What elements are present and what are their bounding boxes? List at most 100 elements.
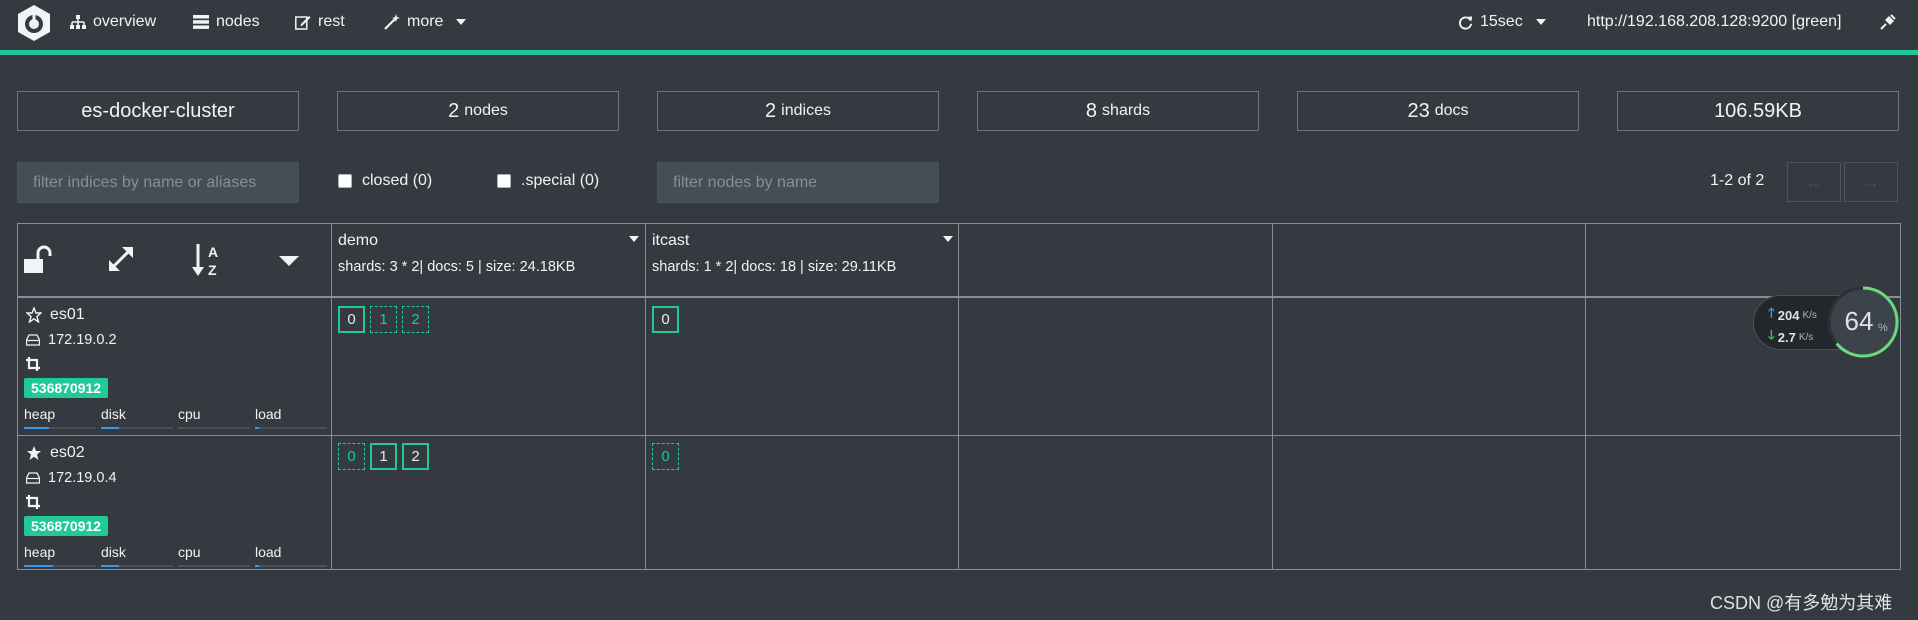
hdd-icon [26,472,40,484]
cluster-size: 106.59KB [1714,99,1802,122]
node-role [26,495,40,509]
shard-replica[interactable]: 2 [402,306,429,333]
cluster-url-label: http://192.168.208.128:9200 [green] [1587,13,1842,30]
hdd-icon [26,334,40,346]
metric-fill [255,565,259,567]
gauge-percent: 64 [1845,306,1874,336]
index-info: shards: 1 * 2| docs: 18 | size: 29.11KB [652,259,897,275]
unlock-icon[interactable] [23,244,53,274]
node-name: es01 [50,306,85,323]
connect-button[interactable] [1880,0,1896,44]
server-icon [193,15,209,29]
refresh-interval-dropdown[interactable]: 15sec [1458,0,1546,44]
node-badge: 536870912 [24,378,109,398]
checkbox-box[interactable] [338,174,352,188]
shard-primary[interactable]: 2 [402,443,429,470]
grid-divider [1272,224,1273,569]
node-title[interactable]: es01 [26,306,85,324]
gauge-percent-unit: % [1878,322,1888,334]
sort-alpha-icon[interactable]: A Z [191,242,225,278]
grid-divider [331,224,332,569]
special-indices-checkbox[interactable]: .special (0) [497,172,599,190]
metric-label: load [255,544,282,560]
shard-replica[interactable]: 0 [652,443,679,470]
cluster-name: es-docker-cluster [81,99,235,122]
metric-fill [101,565,119,567]
index-header-itcast[interactable]: itcast shards: 1 * 2| docs: 18 | size: 2… [652,232,896,275]
shard-replica[interactable]: 1 [370,306,397,333]
svg-text:Z: Z [208,262,217,278]
node-address: 172.19.0.2 [26,332,117,348]
index-menu-caret-icon[interactable] [943,236,953,242]
stat-docs: 23 docs [1297,91,1579,131]
metric-bar [255,565,327,567]
upload-unit: K/s [1802,309,1817,321]
metric-cpu: cpu [178,544,250,567]
special-indices-label: .special (0) [521,172,600,189]
checkbox-box[interactable] [497,174,511,188]
edit-icon [295,15,311,30]
nav-more-dropdown[interactable]: more [384,0,467,44]
node-title[interactable]: es02 [26,444,85,462]
nav-overview-label: overview [93,13,157,30]
cluster-url[interactable]: http://192.168.208.128:9200 [green] [1587,0,1841,44]
refresh-icon [1459,15,1473,30]
pagination-range: 1-2 of 2 [1710,172,1765,189]
grid-divider [958,224,959,569]
nav-nodes[interactable]: nodes [193,0,260,44]
crop-icon [26,495,40,509]
metric-label: disk [101,544,126,560]
metric-disk: disk [101,406,173,429]
metric-bar [178,565,250,567]
watermark: CSDN @有多勉为其难 [1710,593,1893,613]
top-navbar: overview nodes rest more 15sec http://19… [0,0,1918,50]
elasticsearch-head-logo-icon[interactable] [14,3,54,43]
shard-primary[interactable]: 0 [338,306,365,333]
shard-primary[interactable]: 1 [370,443,397,470]
chevron-down-icon [456,19,467,25]
shards-count: 8 [1085,99,1098,122]
nodes-count: 2 [448,99,460,122]
metric-heap: heap [24,406,96,429]
indices-label: indices [781,102,831,119]
metric-heap: heap [24,544,96,567]
nav-overview[interactable]: overview [70,0,156,44]
sitemap-icon [70,15,86,29]
metric-cpu: cpu [178,406,250,429]
download-value: 2.7 [1777,329,1796,345]
nodes-label: nodes [464,102,508,119]
caret-down-icon[interactable] [279,256,299,266]
metric-bar [178,427,250,429]
index-menu-caret-icon[interactable] [629,236,639,242]
nav-more-label: more [407,13,444,30]
nav-rest[interactable]: rest [295,0,345,44]
expand-icon[interactable] [106,244,136,274]
node-role [26,357,40,371]
metric-bar [255,427,327,429]
metric-label: heap [24,544,56,560]
shard-replica[interactable]: 0 [338,443,365,470]
shard-primary[interactable]: 0 [652,306,679,333]
download-speed: 🡓 2.7 K/s [1768,326,1813,348]
metric-label: heap [24,406,56,422]
index-name: itcast [652,232,690,249]
closed-indices-checkbox[interactable]: closed (0) [338,172,432,190]
memory-usage-gauge[interactable]: 64 % [1826,285,1900,359]
star-filled-icon [27,446,41,460]
index-info: shards: 3 * 2| docs: 5 | size: 24.18KB [338,259,576,275]
grid-divider [1585,224,1586,569]
next-page-button[interactable]: → [1844,162,1898,202]
arrow-down-icon: 🡓 [1768,327,1775,342]
prev-page-button[interactable]: ← [1787,162,1841,202]
index-name: demo [338,232,379,249]
metric-fill [24,427,50,429]
filter-indices-input[interactable] [17,162,299,203]
nav-nodes-label: nodes [216,13,260,30]
index-header-demo[interactable]: demo shards: 3 * 2| docs: 5 | size: 24.1… [338,232,575,275]
stat-nodes: 2 nodes [337,91,619,131]
metric-label: load [255,406,282,422]
filter-nodes-input[interactable] [657,162,939,203]
crop-icon [26,357,40,371]
cluster-overview-grid: A Z demo shards: 3 * 2| docs: 5 | size: … [17,223,1901,570]
magic-wand-icon [384,14,400,30]
